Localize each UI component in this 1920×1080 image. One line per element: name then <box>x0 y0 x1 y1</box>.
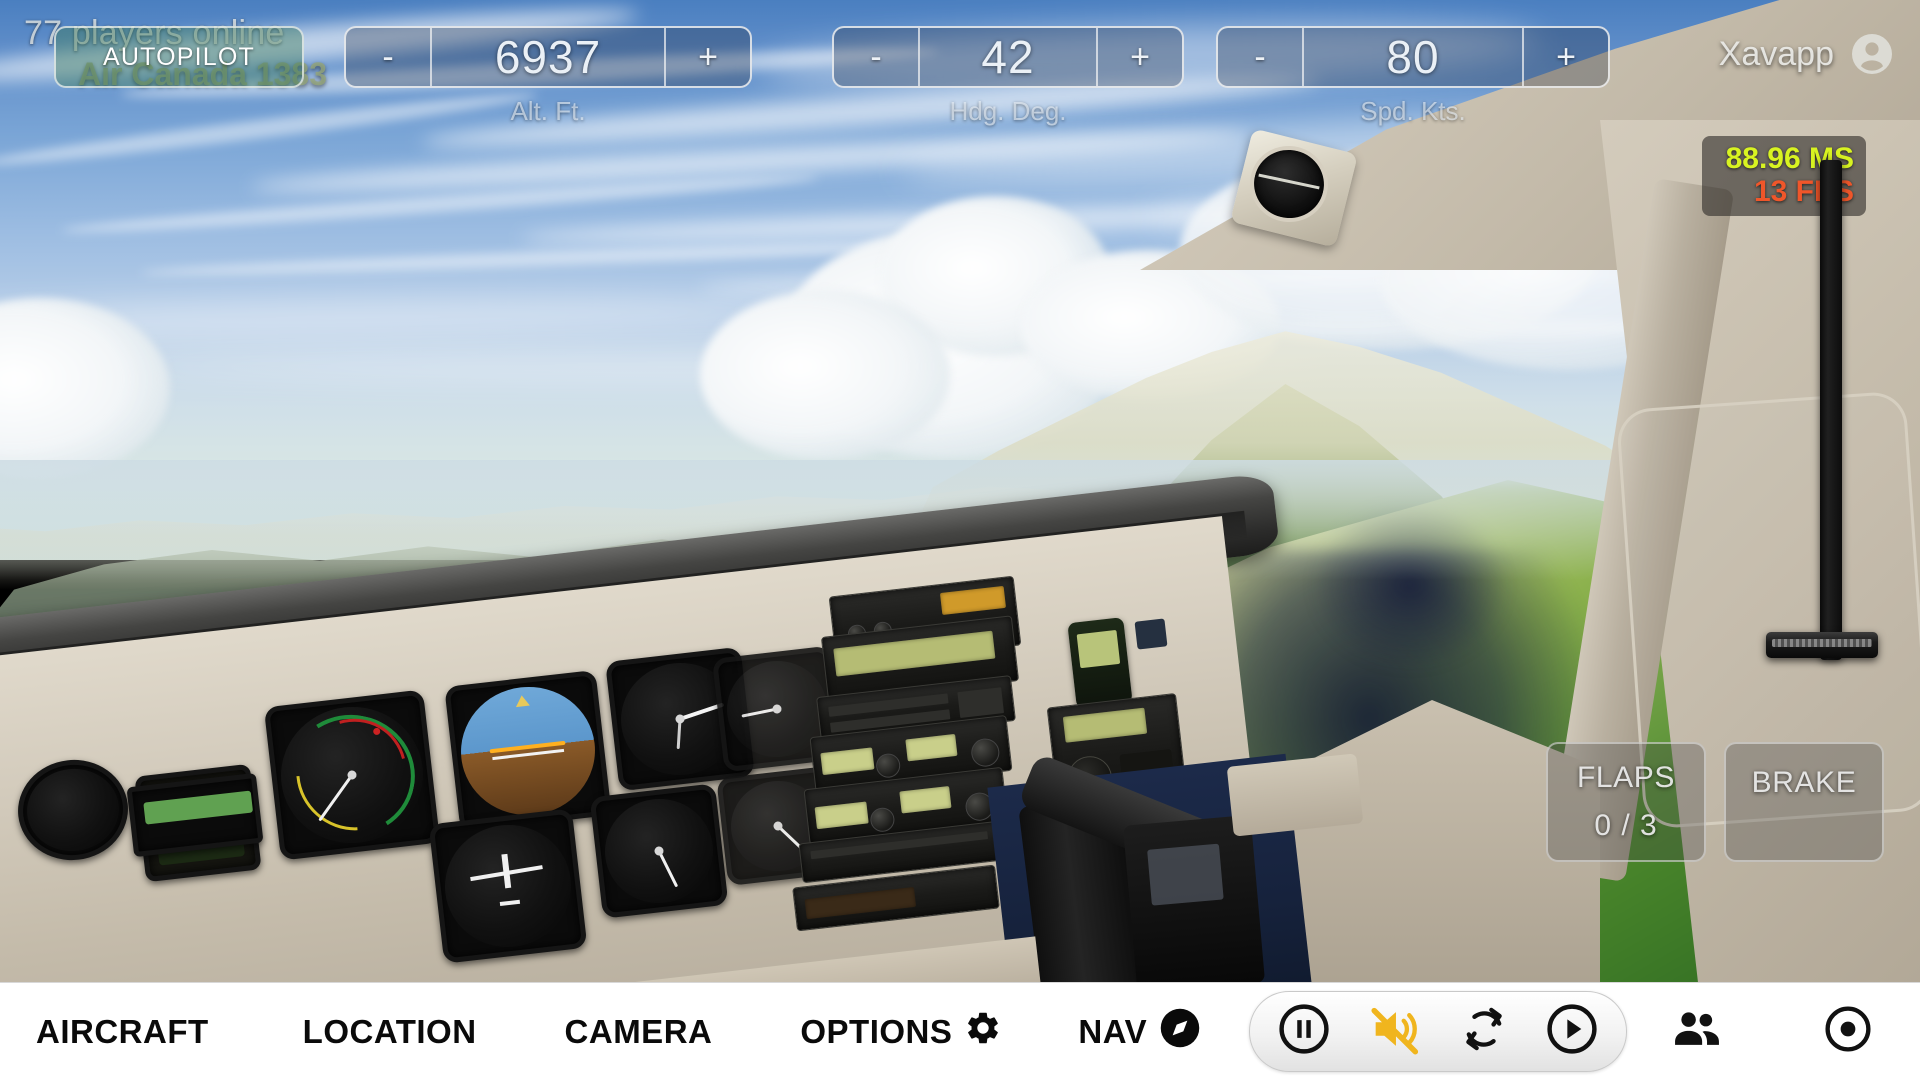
speed-value[interactable]: 80 <box>1304 28 1522 86</box>
flaps-value: 0 / 3 <box>1594 809 1658 842</box>
menu-item-camera[interactable]: CAMERA <box>565 1013 713 1051</box>
menu-item-location[interactable]: LOCATION <box>303 1013 477 1051</box>
account-circle-icon <box>1848 30 1896 78</box>
autopilot-button-label: AUTOPILOT <box>102 42 256 71</box>
speaker-muted-icon[interactable] <box>1366 1000 1424 1063</box>
menu-item-nav[interactable]: NAV <box>1078 1007 1201 1057</box>
speed-stepper[interactable]: - 80 + <box>1216 26 1610 88</box>
altitude-value[interactable]: 6937 <box>432 28 664 86</box>
compass-icon <box>1159 1007 1201 1057</box>
altitude-decrement-button[interactable]: - <box>346 28 432 86</box>
menu-item-location-label: LOCATION <box>302 1012 477 1050</box>
altitude-label: Alt. Ft. <box>510 96 586 126</box>
play-circle-icon[interactable] <box>1544 1001 1600 1062</box>
menu-item-options[interactable]: OPTIONS <box>800 1009 1002 1055</box>
altitude-stepper[interactable]: - 6937 + <box>344 26 752 88</box>
heading-stepper[interactable]: - 42 + <box>832 26 1184 88</box>
heading-value[interactable]: 42 <box>920 28 1096 86</box>
simulator-viewport[interactable]: 77 players online Air Canada 1383 AUTOPI… <box>0 0 1920 982</box>
heading-decrement-button[interactable]: - <box>834 28 920 86</box>
account-button[interactable]: Xavapp <box>1719 30 1896 78</box>
gear-icon <box>964 1009 1002 1055</box>
brake-label: BRAKE <box>1751 766 1857 799</box>
altitude-increment-button[interactable]: + <box>664 28 750 86</box>
record-dot-icon[interactable] <box>1822 1003 1874 1060</box>
username-label: Xavapp <box>1718 34 1834 73</box>
flight-sim-screen: 77 players online Air Canada 1383 AUTOPI… <box>0 0 1920 1080</box>
menu-item-aircraft-label: AIRCRAFT <box>36 1012 209 1050</box>
speed-label: Spd. Kts. <box>1360 96 1466 126</box>
transport-controls <box>1249 991 1628 1072</box>
menu-item-options-label: OPTIONS <box>800 1012 953 1050</box>
refresh-icon[interactable] <box>1458 1003 1510 1060</box>
autopilot-button[interactable]: AUTOPILOT <box>54 26 304 88</box>
brake-button[interactable]: BRAKE <box>1724 742 1884 862</box>
pause-circle-icon[interactable] <box>1276 1001 1332 1062</box>
heading-increment-button[interactable]: + <box>1096 28 1182 86</box>
flaps-button[interactable]: FLAPS 0 / 3 <box>1546 742 1706 862</box>
hud-overlay: 77 players online Air Canada 1383 AUTOPI… <box>0 0 1920 982</box>
throttle-track[interactable] <box>1820 160 1842 660</box>
menu-item-camera-label: CAMERA <box>564 1012 713 1050</box>
heading-label: Hdg. Deg. <box>949 96 1067 126</box>
speed-decrement-button[interactable]: - <box>1218 28 1304 86</box>
menu-item-aircraft[interactable]: AIRCRAFT <box>36 1013 209 1051</box>
menu-item-nav-label: NAV <box>1078 1012 1148 1050</box>
flaps-label: FLAPS <box>1576 761 1676 794</box>
bottom-toolbar: AIRCRAFT LOCATION CAMERA OPTIONS NAV <box>0 982 1920 1080</box>
speed-increment-button[interactable]: + <box>1522 28 1608 86</box>
throttle-handle[interactable] <box>1766 632 1878 658</box>
people-icon[interactable] <box>1669 1001 1725 1062</box>
